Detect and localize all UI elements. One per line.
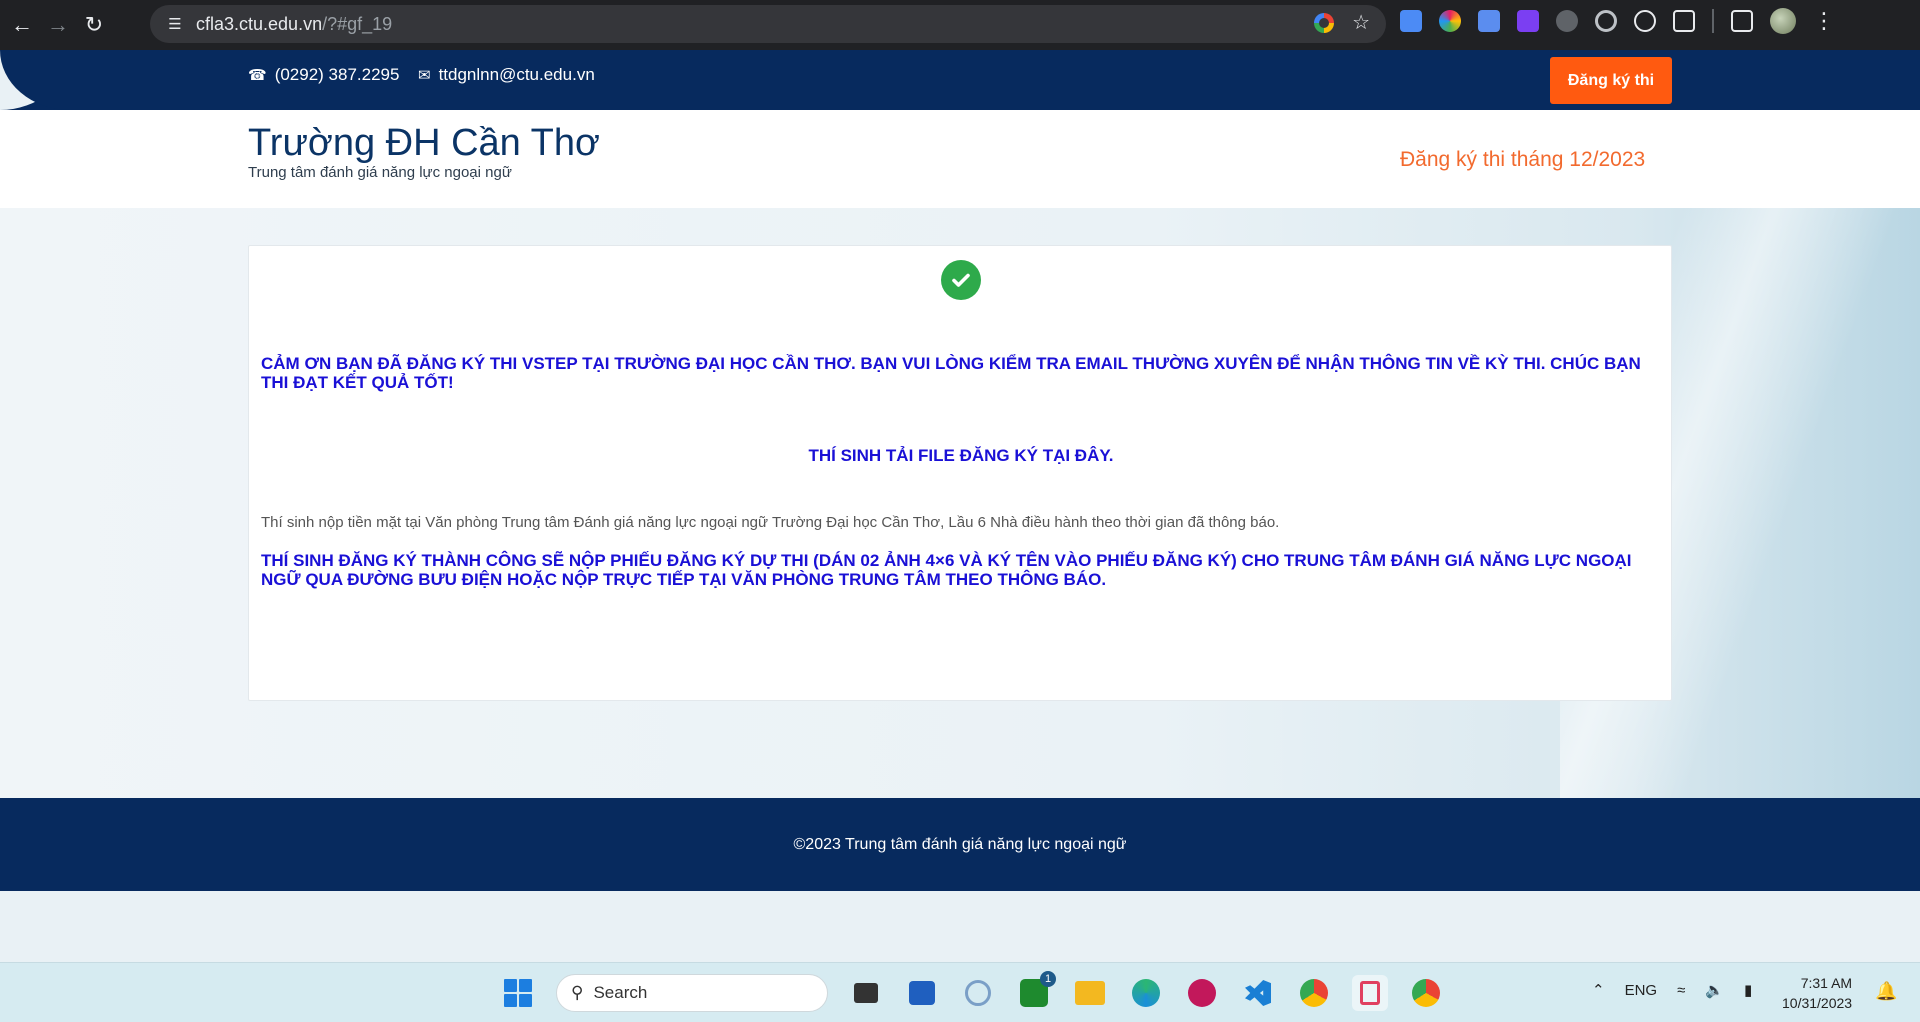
battery-icon[interactable]: ▮ [1744, 981, 1752, 999]
toolbar-divider [1712, 9, 1714, 33]
site-subtitle: Trung tâm đánh giá năng lực ngoại ngữ [248, 164, 512, 181]
robot-extension-icon[interactable] [1556, 10, 1578, 32]
topbar-curve [0, 50, 70, 110]
address-bar[interactable]: ☰ cfla3.ctu.edu.vn/?#gf_19 ☆ [150, 5, 1386, 43]
v-extension-icon[interactable] [1517, 10, 1539, 32]
download-registration-link[interactable]: Thí sinh tải file đăng ký tại đây. [261, 446, 1661, 465]
notification-bell-icon[interactable]: 🔔 [1875, 981, 1897, 1002]
profile-avatar[interactable] [1770, 8, 1796, 34]
side-panel-icon[interactable] [1731, 10, 1753, 32]
language-indicator[interactable]: ENG [1625, 982, 1658, 999]
browser-toolbar: ← → ↻ ☰ cfla3.ctu.edu.vn/?#gf_19 ☆ ⋮ [0, 0, 1920, 50]
edge-icon[interactable] [1128, 975, 1164, 1011]
forward-icon[interactable]: → [44, 11, 72, 39]
email-contact[interactable]: ✉ ttdgnlnn@ctu.edu.vn [418, 65, 595, 85]
wps-office-icon[interactable] [1184, 975, 1220, 1011]
react-extension-icon[interactable] [1634, 10, 1656, 32]
site-header: Trường ĐH Cần Thơ Trung tâm đánh giá năn… [0, 110, 1920, 208]
phone-contact[interactable]: ☎ (0292) 387.2295 [248, 65, 399, 85]
url-path: /?#gf_19 [322, 13, 393, 34]
submission-instructions: Thí sinh đăng ký thành công sẽ nộp phiếu… [261, 551, 1632, 589]
volume-icon[interactable]: 🔈 [1705, 981, 1724, 999]
file-explorer-icon[interactable] [1072, 975, 1108, 1011]
task-view-icon[interactable] [848, 975, 884, 1011]
copilot-icon[interactable] [960, 975, 996, 1011]
chrome-profile-icon[interactable] [1408, 975, 1444, 1011]
phone-icon: ☎ [248, 67, 267, 84]
windows-logo-icon [504, 979, 532, 1007]
payment-note: Thí sinh nộp tiền mặt tại Văn phòng Trun… [261, 514, 1280, 531]
store-icon[interactable] [904, 975, 940, 1011]
snipping-tool-icon[interactable] [1352, 975, 1388, 1011]
site-footer: ©2023 Trung tâm đánh giá năng lực ngoại … [0, 798, 1920, 891]
chevron-up-icon[interactable]: ⌃ [1592, 981, 1605, 999]
search-placeholder: Search [593, 983, 648, 1002]
wifi-icon[interactable]: ≈ [1677, 982, 1685, 999]
footer-copyright: ©2023 Trung tâm đánh giá năng lực ngoại … [793, 835, 1127, 853]
phone-number: (0292) 387.2295 [274, 65, 400, 84]
site-title[interactable]: Trường ĐH Cần Thơ [248, 122, 600, 165]
url-text[interactable]: cfla3.ctu.edu.vn/?#gf_19 [196, 14, 392, 35]
url-host: cfla3.ctu.edu.vn [196, 13, 323, 34]
puzzle-extensions-icon[interactable] [1673, 10, 1695, 32]
clock[interactable]: 7:31 AM 10/31/2023 [1782, 973, 1852, 1013]
docs-extension-icon[interactable] [1400, 10, 1422, 32]
envelope-icon: ✉ [418, 67, 431, 84]
email-address: ttdgnlnn@ctu.edu.vn [438, 65, 595, 84]
color-extension-icon[interactable] [1439, 10, 1461, 32]
start-button[interactable] [500, 975, 536, 1011]
confirmation-card: Cảm ơn bạn đã đăng ký thi VSTEP tại Trườ… [248, 245, 1672, 701]
bookmark-star-icon[interactable]: ☆ [1352, 13, 1370, 33]
thank-you-message: Cảm ơn bạn đã đăng ký thi VSTEP tại Trườ… [261, 354, 1641, 392]
taskbar-search[interactable]: ⚲ Search [556, 974, 828, 1012]
clock-date: 10/31/2023 [1782, 995, 1853, 1011]
reload-icon[interactable]: ↻ [80, 11, 108, 39]
translate-extension-icon[interactable] [1478, 10, 1500, 32]
xbox-icon[interactable]: 1 [1016, 971, 1056, 1011]
register-exam-button[interactable]: Đăng ký thi [1550, 57, 1672, 104]
site-info-icon[interactable]: ☰ [164, 13, 186, 35]
notification-badge: 1 [1040, 971, 1056, 987]
chrome-icon[interactable] [1296, 975, 1332, 1011]
back-icon[interactable]: ← [8, 11, 36, 39]
google-lens-icon[interactable] [1314, 13, 1335, 33]
exam-registration-link[interactable]: Đăng ký thi tháng 12/2023 [1400, 148, 1645, 172]
system-tray: ⌃ ENG ≈ 🔈 ▮ [1592, 981, 1752, 1000]
chrome-menu-icon[interactable]: ⋮ [1813, 10, 1835, 32]
target-extension-icon[interactable] [1595, 10, 1617, 32]
windows-taskbar: ⚲ Search 1 ⌃ ENG ≈ 🔈 ▮ 7:31 AM 10/31/202… [0, 962, 1920, 1022]
clock-time: 7:31 AM [1800, 975, 1853, 991]
success-check-icon [941, 260, 981, 300]
extensions-bar: ⋮ [1400, 8, 1835, 34]
search-icon: ⚲ [571, 983, 584, 1002]
vscode-icon[interactable] [1240, 975, 1276, 1011]
